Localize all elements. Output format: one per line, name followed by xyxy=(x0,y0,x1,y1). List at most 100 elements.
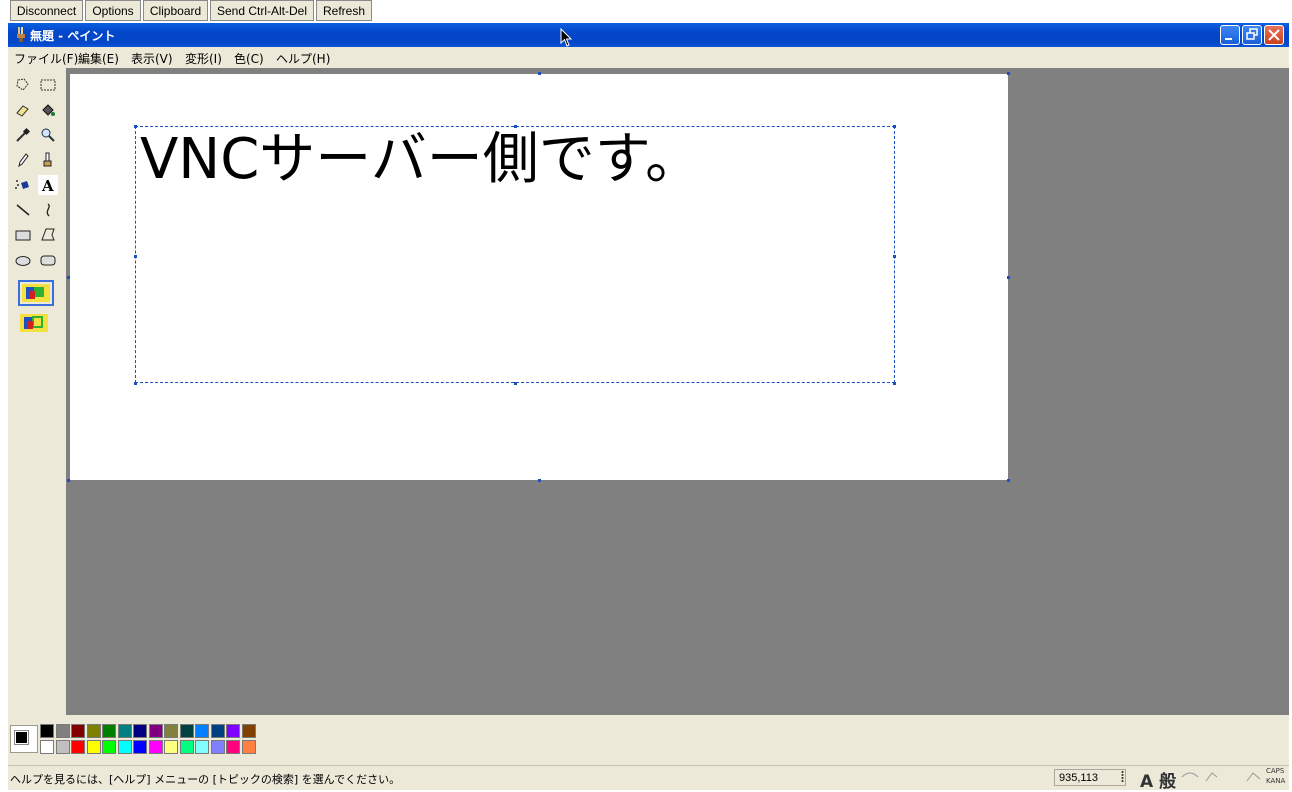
palette-swatch[interactable] xyxy=(86,724,101,738)
palette-swatch[interactable] xyxy=(195,724,209,738)
minimize-icon xyxy=(1225,38,1232,40)
free-select-tool[interactable] xyxy=(13,75,33,95)
svg-text:A: A xyxy=(41,177,54,193)
palette-swatch[interactable] xyxy=(71,724,85,738)
palette-swatch[interactable] xyxy=(55,724,70,738)
palette-swatch[interactable] xyxy=(86,740,101,754)
palette-swatch[interactable] xyxy=(179,724,194,738)
rect-select-tool[interactable] xyxy=(38,75,58,95)
fill-tool[interactable] xyxy=(38,100,58,120)
canvas-text[interactable]: VNCサーバー側です。 xyxy=(140,128,701,192)
rectangle-icon xyxy=(15,230,31,241)
minimize-button[interactable] xyxy=(1220,25,1240,45)
pencil-tool[interactable] xyxy=(13,150,33,170)
palette-swatch[interactable] xyxy=(179,740,194,754)
palette-swatch[interactable] xyxy=(226,740,240,754)
menu-help[interactable]: ヘルプ(H) xyxy=(276,50,330,67)
restore-icon xyxy=(1246,28,1258,40)
canvas-resize-handle[interactable] xyxy=(1007,72,1010,75)
palette-swatch[interactable] xyxy=(102,740,116,754)
opaque-background-option[interactable] xyxy=(18,280,54,306)
close-icon xyxy=(1268,29,1280,41)
text-box-handle[interactable] xyxy=(893,255,896,258)
rounded-rect-tool[interactable] xyxy=(38,250,58,270)
text-box-handle[interactable] xyxy=(893,382,896,385)
palette-swatch[interactable] xyxy=(117,740,132,754)
palette-swatch[interactable] xyxy=(102,724,116,738)
paint-app-icon xyxy=(17,27,25,42)
text-box-handle[interactable] xyxy=(893,125,896,128)
canvas-resize-handle[interactable] xyxy=(538,479,541,482)
brush-icon xyxy=(43,152,52,167)
transparent-option-icon xyxy=(20,314,48,332)
palette-swatch[interactable] xyxy=(40,724,54,738)
color-picker-icon xyxy=(16,127,31,142)
eraser-tool[interactable] xyxy=(13,100,33,120)
close-button[interactable] xyxy=(1264,25,1284,45)
rectangle-tool[interactable] xyxy=(13,225,33,245)
ellipse-tool[interactable] xyxy=(13,250,33,270)
ime-input-icon[interactable] xyxy=(1180,769,1200,785)
transparent-background-option[interactable] xyxy=(18,312,54,338)
ime-mode[interactable]: A 般 xyxy=(1140,767,1176,792)
text-box-handle[interactable] xyxy=(514,382,517,385)
canvas-resize-handle[interactable] xyxy=(538,72,541,75)
refresh-button[interactable]: Refresh xyxy=(316,0,372,21)
polygon-tool[interactable] xyxy=(38,225,58,245)
rounded-rect-icon xyxy=(40,255,56,266)
palette-swatch[interactable] xyxy=(71,740,85,754)
canvas-resize-handle[interactable] xyxy=(67,479,70,482)
palette-swatch[interactable] xyxy=(195,740,209,754)
palette-swatch[interactable] xyxy=(210,724,225,738)
palette-swatch[interactable] xyxy=(164,740,178,754)
menu-bar: ファイル(F) 編集(E) 表示(V) 変形(I) 色(C) ヘルプ(H) xyxy=(8,47,1289,68)
disconnect-button[interactable]: Disconnect xyxy=(10,0,83,21)
restore-button[interactable] xyxy=(1242,25,1262,45)
palette-swatch[interactable] xyxy=(226,724,240,738)
magnifier-tool[interactable] xyxy=(38,125,58,145)
window-titlebar[interactable]: 無題 - ペイント xyxy=(8,23,1289,47)
menu-image[interactable]: 変形(I) xyxy=(185,50,222,67)
palette-swatch[interactable] xyxy=(164,724,178,738)
menu-file[interactable]: ファイル(F) xyxy=(14,50,78,67)
curve-tool[interactable] xyxy=(38,200,58,220)
palette-swatch[interactable] xyxy=(117,724,132,738)
brush-tool[interactable] xyxy=(38,150,58,170)
color-picker-tool[interactable] xyxy=(13,125,33,145)
palette-swatch[interactable] xyxy=(210,740,225,754)
ime-bar-icon: ⁞ xyxy=(1120,767,1126,786)
menu-edit[interactable]: 編集(E) xyxy=(78,50,119,67)
polygon-icon xyxy=(41,228,55,241)
text-box-handle[interactable] xyxy=(134,125,137,128)
text-box-handle[interactable] xyxy=(134,255,137,258)
current-colors[interactable] xyxy=(10,725,38,753)
palette-swatch[interactable] xyxy=(241,740,256,754)
send-ctrl-alt-del-button[interactable]: Send Ctrl-Alt-Del xyxy=(210,0,314,21)
kana-indicator: KANA xyxy=(1266,777,1286,785)
palette-swatch[interactable] xyxy=(55,740,70,754)
window-title: 無題 - ペイント xyxy=(30,29,116,43)
ime-tool-icon[interactable] xyxy=(1244,769,1264,785)
palette-swatch[interactable] xyxy=(133,740,147,754)
palette-swatch[interactable] xyxy=(148,740,163,754)
clipboard-button[interactable]: Clipboard xyxy=(143,0,208,21)
canvas-resize-handle[interactable] xyxy=(67,276,70,279)
mouse-cursor-icon xyxy=(560,28,573,47)
menu-view[interactable]: 表示(V) xyxy=(131,50,173,67)
canvas-resize-handle[interactable] xyxy=(1007,479,1010,482)
palette-swatch[interactable] xyxy=(133,724,147,738)
palette-swatch[interactable] xyxy=(241,724,256,738)
palette-swatch[interactable] xyxy=(148,724,163,738)
airbrush-tool[interactable] xyxy=(13,175,33,195)
eraser-icon xyxy=(16,105,29,117)
options-button[interactable]: Options xyxy=(85,0,141,21)
text-tool[interactable]: A xyxy=(38,175,58,195)
palette-swatch[interactable] xyxy=(40,740,54,754)
menu-colors[interactable]: 色(C) xyxy=(234,50,264,67)
line-tool[interactable] xyxy=(13,200,33,220)
text-box-handle[interactable] xyxy=(134,382,137,385)
canvas-resize-handle[interactable] xyxy=(1007,276,1010,279)
ime-pad-icon[interactable] xyxy=(1204,769,1220,785)
cursor-coordinates: 935,113 xyxy=(1054,769,1126,786)
airbrush-icon xyxy=(15,180,29,189)
